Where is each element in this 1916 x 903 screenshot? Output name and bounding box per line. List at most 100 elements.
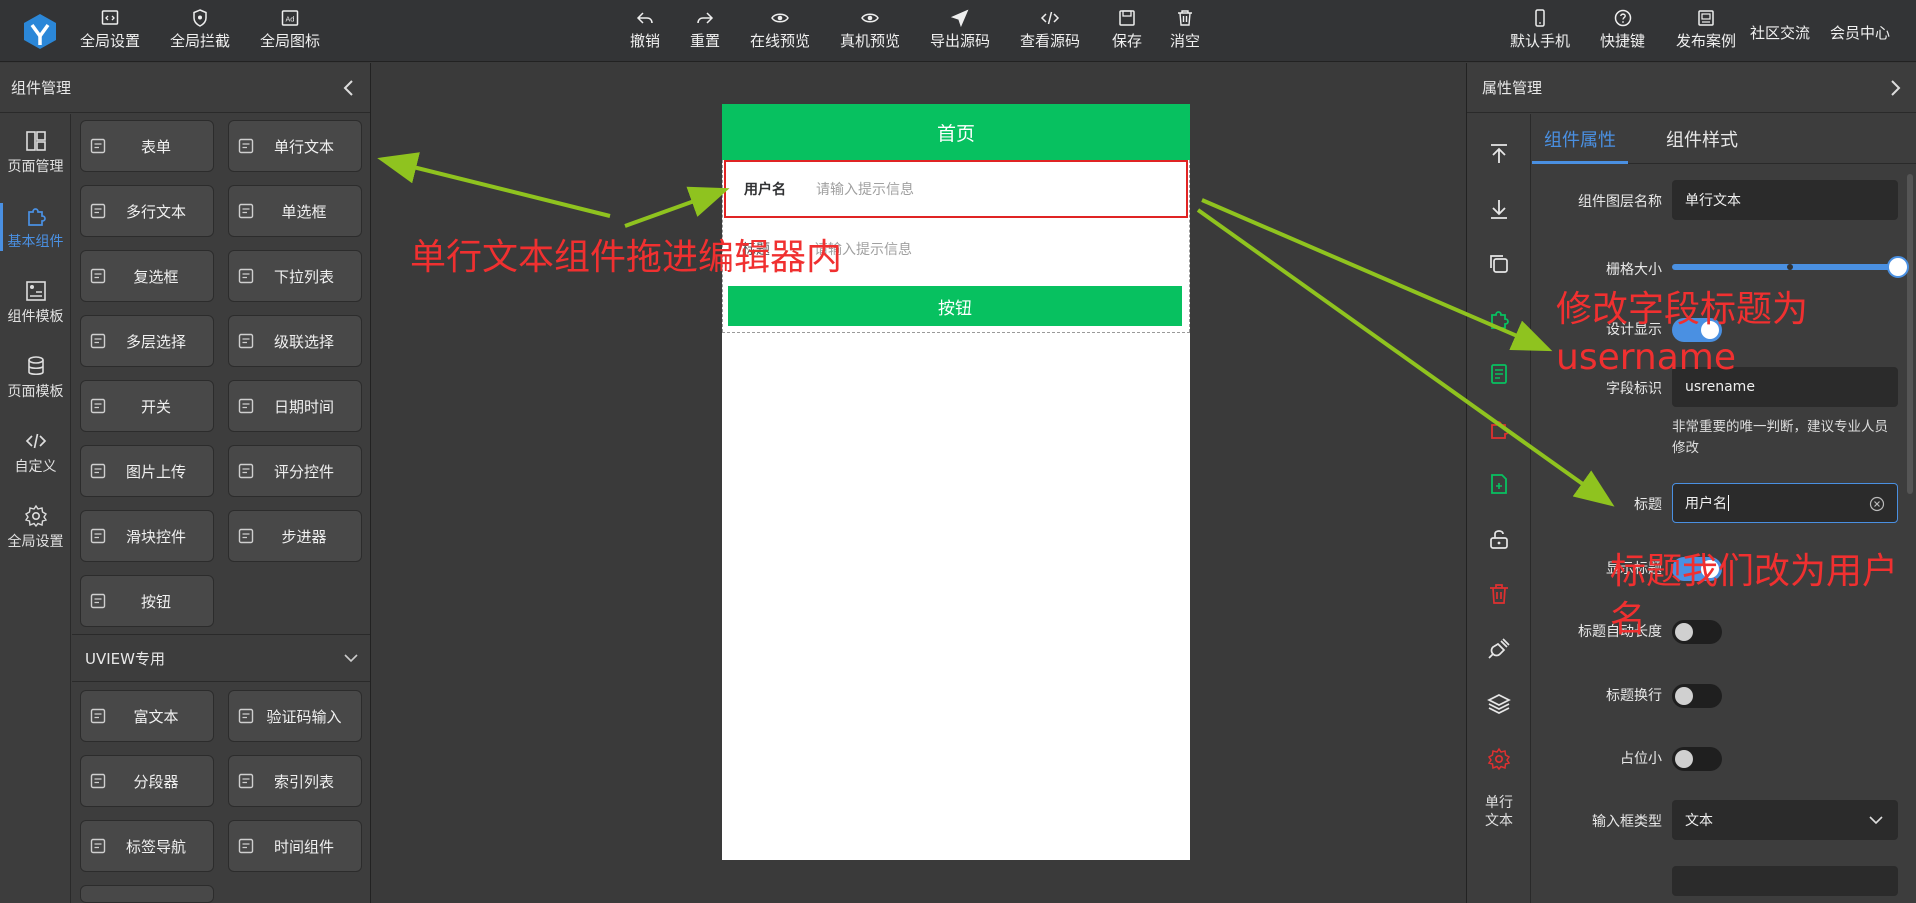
grid-size-slider[interactable] [1672, 264, 1898, 270]
delete-icon[interactable] [1487, 582, 1511, 606]
input-type-select[interactable]: 文本 [1672, 800, 1898, 840]
text-cursor [1728, 495, 1729, 511]
global-icons-button[interactable]: Ad 全局图标 [260, 8, 320, 56]
component-star-button[interactable]: 评分控件 [228, 445, 362, 497]
component-input-button[interactable]: 单行文本 [228, 120, 362, 172]
property-form: 组件属性 组件样式 组件图层名称 单行文本 栅格大小 设计显示 字段标识 usr… [1532, 114, 1916, 903]
shortcuts-button[interactable]: 快捷键 [1600, 8, 1645, 56]
export-source-button[interactable]: 导出源码 [930, 8, 990, 56]
uview-component-5-button[interactable]: 时间组件 [228, 820, 362, 872]
tab-component-properties[interactable]: 组件属性 [1544, 114, 1616, 164]
component-cascade-button[interactable]: 级联选择 [228, 315, 362, 367]
field-id-label: 字段标识 [1606, 381, 1662, 397]
global-intercept-label: 全局拦截 [170, 32, 231, 50]
form-row-username-placeholder: 请输入提示信息 [816, 182, 914, 198]
title-wrap-label: 标题换行 [1606, 688, 1662, 704]
chevron-right-icon[interactable] [1888, 79, 1902, 97]
global-settings-button[interactable]: 全局设置 [80, 8, 140, 56]
nav-page-templates[interactable]: 页面模板 [0, 345, 71, 409]
component-calendar-button[interactable]: 日期时间 [228, 380, 362, 432]
component-select-button[interactable]: 多层选择 [80, 315, 214, 367]
title-input[interactable]: 用户名 [1672, 483, 1898, 523]
tab-component-styles[interactable]: 组件样式 [1666, 114, 1738, 164]
uview-component-0-button[interactable]: 富文本 [80, 690, 214, 742]
annotation-field-note-line1: 修改字段标题为 [1556, 289, 1809, 330]
document-icon[interactable] [1487, 362, 1511, 386]
document-add-icon[interactable] [1487, 472, 1511, 496]
nav-global-settings[interactable]: 全局设置 [0, 495, 71, 559]
phone-submit-button[interactable]: 按钮 [728, 286, 1182, 326]
uview-component-2-button[interactable]: 分段器 [80, 755, 214, 807]
component-checkbox-button[interactable]: 复选框 [80, 250, 214, 302]
grid-size-slider-knob[interactable] [1887, 256, 1909, 278]
copy-icon[interactable] [1487, 252, 1511, 276]
save-button[interactable]: 保存 [1112, 8, 1142, 56]
shield-icon [193, 9, 207, 27]
nav-basic-components[interactable]: 基本组件 [0, 195, 71, 259]
gear-icon[interactable] [1487, 747, 1511, 771]
title-auto-width-toggle[interactable] [1672, 620, 1722, 644]
annotation-title-note-line1: 标题我们改为用户 [1610, 551, 1899, 592]
clear-input-icon[interactable] [1869, 496, 1885, 512]
puzzle-remove-icon[interactable] [1487, 417, 1511, 441]
property-scrollbar[interactable] [1907, 174, 1913, 494]
plug-icon[interactable] [1487, 637, 1511, 661]
nav-custom[interactable]: 自定义 [0, 420, 71, 484]
undo-label: 撤销 [630, 32, 661, 50]
phone-preview: 首页 用户名 请输入提示信息 标题 请输入提示信息 按钮 [722, 104, 1190, 860]
code-input-icon [238, 708, 254, 724]
global-intercept-button[interactable]: 全局拦截 [170, 8, 230, 56]
community-link[interactable]: 社区交流 [1750, 22, 1810, 43]
component-radio-button[interactable]: 单选框 [228, 185, 362, 237]
device-preview-button[interactable]: 真机预览 [840, 8, 900, 56]
side-nav: 页面管理 基本组件 组件模板 页面模板 自定义 全局设置 [0, 114, 71, 903]
component-button-button[interactable]: 按钮 [80, 575, 214, 627]
title-wrap-toggle[interactable] [1672, 684, 1722, 708]
default-phone-button[interactable]: 默认手机 [1510, 8, 1570, 56]
form-row-username[interactable]: 用户名 请输入提示信息 [724, 160, 1188, 218]
layer-name-input[interactable]: 单行文本 [1672, 180, 1898, 220]
uview-component-1-button[interactable]: 验证码输入 [228, 690, 362, 742]
component-select-button[interactable]: 下拉列表 [228, 250, 362, 302]
component-textarea-button[interactable]: 多行文本 [80, 185, 214, 237]
stepper-icon [238, 528, 254, 544]
component-image-button[interactable]: 图片上传 [80, 445, 214, 497]
next-field-input[interactable] [1672, 866, 1898, 896]
image-box-icon [1698, 10, 1714, 26]
property-manager-panel: 属性管理 单行 文本 组件属性 组件样式 组件图层名称 单行文本 栅格大小 设计… [1466, 63, 1916, 903]
redo-button[interactable]: 重置 [690, 8, 720, 56]
title-label: 标题 [1634, 497, 1662, 513]
nav-page-management[interactable]: 页面管理 [0, 120, 71, 184]
layers-icon[interactable] [1487, 692, 1511, 716]
component-stepper-button[interactable]: 步进器 [228, 510, 362, 562]
uview-component-4-button[interactable]: 标签导航 [80, 820, 214, 872]
move-top-icon[interactable] [1487, 142, 1511, 166]
gear-icon [24, 504, 47, 527]
move-bottom-icon[interactable] [1487, 197, 1511, 221]
unlock-icon[interactable] [1487, 527, 1511, 551]
undo-button[interactable]: 撤销 [630, 8, 660, 56]
nav-component-templates[interactable]: 组件模板 [0, 270, 71, 334]
component-switch-button[interactable]: 开关 [80, 380, 214, 432]
code-icon [25, 433, 46, 448]
puzzle-icon[interactable] [1487, 307, 1511, 331]
online-preview-button[interactable]: 在线预览 [750, 8, 810, 56]
component-form-button[interactable]: 表单 [80, 120, 214, 172]
device-preview-label: 真机预览 [840, 32, 901, 50]
chevron-left-icon[interactable] [342, 79, 356, 97]
view-source-label: 查看源码 [1020, 32, 1081, 50]
textarea-icon [90, 203, 106, 219]
component-slider-button[interactable]: 滑块控件 [80, 510, 214, 562]
uview-section-title: UVIEW专用 [85, 649, 165, 668]
uview-component-3-button[interactable]: 索引列表 [228, 755, 362, 807]
puzzle-icon [27, 207, 46, 226]
placeholder-small-toggle[interactable] [1672, 747, 1722, 771]
clear-button[interactable]: 消空 [1170, 8, 1200, 56]
uview-section-header[interactable]: UVIEW专用 [72, 634, 370, 682]
checkbox-icon [90, 268, 106, 284]
view-source-button[interactable]: 查看源码 [1020, 8, 1080, 56]
publish-case-button[interactable]: 发布案例 [1676, 8, 1736, 56]
component-button-partial[interactable] [80, 885, 214, 903]
member-center-link[interactable]: 会员中心 [1830, 22, 1890, 43]
redo-label: 重置 [690, 32, 721, 50]
